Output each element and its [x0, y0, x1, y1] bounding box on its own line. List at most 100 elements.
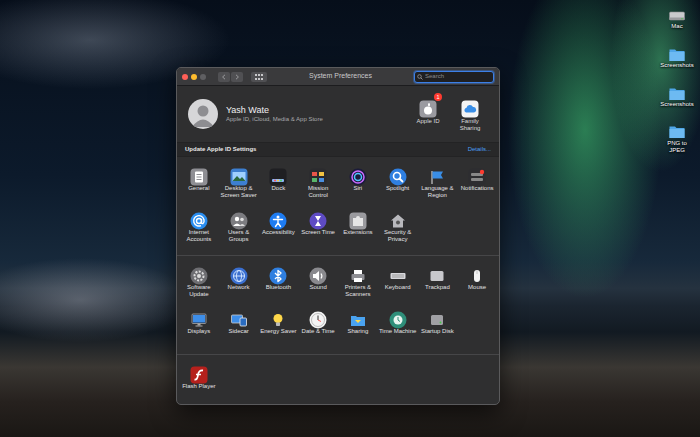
user-info: Yash Wate Apple ID, iCloud, Media & App … — [226, 105, 323, 123]
account-button[interactable]: 1Apple ID — [409, 97, 447, 125]
preference-pane[interactable]: Mission Control — [298, 162, 338, 206]
search-input[interactable] — [423, 72, 491, 81]
account-button[interactable]: Family Sharing — [451, 97, 489, 132]
pane-label: Internet Accounts — [179, 229, 218, 243]
preference-pane[interactable]: Accessibility — [259, 206, 299, 250]
pane-label: Time Machine — [379, 328, 416, 335]
nav-buttons — [218, 72, 243, 82]
search-field[interactable] — [414, 71, 494, 83]
hourglass-icon — [309, 208, 327, 226]
avatar-icon[interactable] — [188, 99, 218, 129]
bluetooth-icon — [269, 263, 287, 281]
speaker-icon — [309, 263, 327, 281]
pane-label: Notifications — [461, 185, 494, 192]
pane-section: Flash Player — [177, 354, 499, 405]
notification-badge: 1 — [434, 93, 442, 101]
show-all-button[interactable] — [251, 72, 267, 82]
house-icon — [389, 208, 407, 226]
pane-label: Startup Disk — [421, 328, 454, 335]
preference-pane[interactable]: Mouse — [457, 261, 497, 305]
notifications-icon — [468, 164, 486, 182]
desktop-icon — [230, 164, 248, 182]
pane-label: Desktop & Screen Saver — [219, 185, 258, 199]
grid-icon — [255, 74, 263, 80]
preference-pane[interactable]: Startup Disk — [418, 305, 458, 349]
preference-pane[interactable]: Extensions — [338, 206, 378, 250]
forward-button[interactable] — [231, 72, 243, 82]
desktop-item[interactable]: Screenshots — [656, 81, 698, 108]
gear-icon — [190, 263, 208, 281]
pane-label: Date & Time — [302, 328, 335, 335]
puzzle-icon — [349, 208, 367, 226]
preference-pane[interactable]: Date & Time — [298, 305, 338, 349]
notice-text: Update Apple ID Settings — [185, 145, 256, 154]
desktop-item[interactable]: Screenshots — [656, 42, 698, 69]
pane-label: Sidecar — [228, 328, 248, 335]
preference-pane[interactable]: Sound — [298, 261, 338, 305]
title-bar: System Preferences — [177, 68, 499, 86]
desktop-icons: Mac Screenshots Screenshots PNG to JPEG — [656, 3, 698, 153]
preference-pane[interactable]: General — [179, 162, 219, 206]
mission-control-icon — [309, 164, 327, 182]
preference-pane[interactable]: Network — [219, 261, 259, 305]
preference-pane[interactable]: Screen Time — [298, 206, 338, 250]
preference-pane[interactable]: Printers & Scanners — [338, 261, 378, 305]
preference-pane[interactable]: Displays — [179, 305, 219, 349]
zoom-button[interactable] — [200, 74, 206, 80]
preference-pane[interactable]: Sharing — [338, 305, 378, 349]
globe-icon — [230, 263, 248, 281]
pane-label: Sound — [309, 284, 326, 291]
preference-pane[interactable]: Desktop & Screen Saver — [219, 162, 259, 206]
close-button[interactable] — [182, 74, 188, 80]
users-icon — [230, 208, 248, 226]
minimize-button[interactable] — [191, 74, 197, 80]
desktop-item[interactable]: Mac — [656, 3, 698, 30]
preference-pane[interactable]: Users & Groups — [219, 206, 259, 250]
preference-pane[interactable]: Keyboard — [378, 261, 418, 305]
preference-pane[interactable]: Sidecar — [219, 305, 259, 349]
back-button[interactable] — [218, 72, 230, 82]
preference-panes: GeneralDesktop & Screen SaverDockMission… — [177, 157, 499, 405]
pane-label: Energy Saver — [260, 328, 296, 335]
folder-icon — [668, 120, 686, 138]
preference-pane[interactable]: Internet Accounts — [179, 206, 219, 250]
pane-section: GeneralDesktop & Screen SaverDockMission… — [177, 157, 499, 255]
drive-icon — [668, 3, 686, 21]
preference-pane[interactable]: Spotlight — [378, 162, 418, 206]
apple-icon: 1 — [419, 97, 437, 115]
chevron-left-icon — [221, 74, 227, 80]
account-button-label: Family Sharing — [451, 118, 489, 132]
preference-pane[interactable]: Bluetooth — [259, 261, 299, 305]
details-link[interactable]: Details... — [468, 145, 491, 154]
disk-icon — [428, 307, 446, 325]
preference-pane[interactable]: Language & Region — [418, 162, 458, 206]
preference-pane[interactable]: Dock — [259, 162, 299, 206]
flag-icon — [428, 164, 446, 182]
preference-pane[interactable]: Siri — [338, 162, 378, 206]
pane-label: Network — [228, 284, 250, 291]
preference-pane[interactable]: Security & Privacy — [378, 206, 418, 250]
preference-pane[interactable]: Time Machine — [378, 305, 418, 349]
pane-label: Mission Control — [299, 185, 338, 199]
window-title: System Preferences — [275, 71, 406, 82]
chevron-right-icon — [234, 74, 240, 80]
desktop-item[interactable]: PNG to JPEG — [656, 120, 698, 154]
time-machine-icon — [389, 307, 407, 325]
pane-label: Sharing — [348, 328, 369, 335]
trackpad-icon — [428, 263, 446, 281]
preference-pane[interactable]: Software Update — [179, 261, 219, 305]
display-icon — [190, 307, 208, 325]
preference-pane[interactable]: Notifications — [457, 162, 497, 206]
user-name: Yash Wate — [226, 105, 323, 116]
folder-icon — [668, 42, 686, 60]
preference-pane[interactable]: Flash Player — [179, 360, 219, 404]
preference-pane[interactable]: Trackpad — [418, 261, 458, 305]
sharing-folder-icon — [349, 307, 367, 325]
general-icon — [190, 164, 208, 182]
clock-icon — [309, 307, 327, 325]
pane-label: Displays — [188, 328, 211, 335]
preference-pane[interactable]: Energy Saver — [259, 305, 299, 349]
printer-icon — [349, 263, 367, 281]
flash-icon — [190, 362, 208, 380]
pane-label: Extensions — [343, 229, 372, 236]
